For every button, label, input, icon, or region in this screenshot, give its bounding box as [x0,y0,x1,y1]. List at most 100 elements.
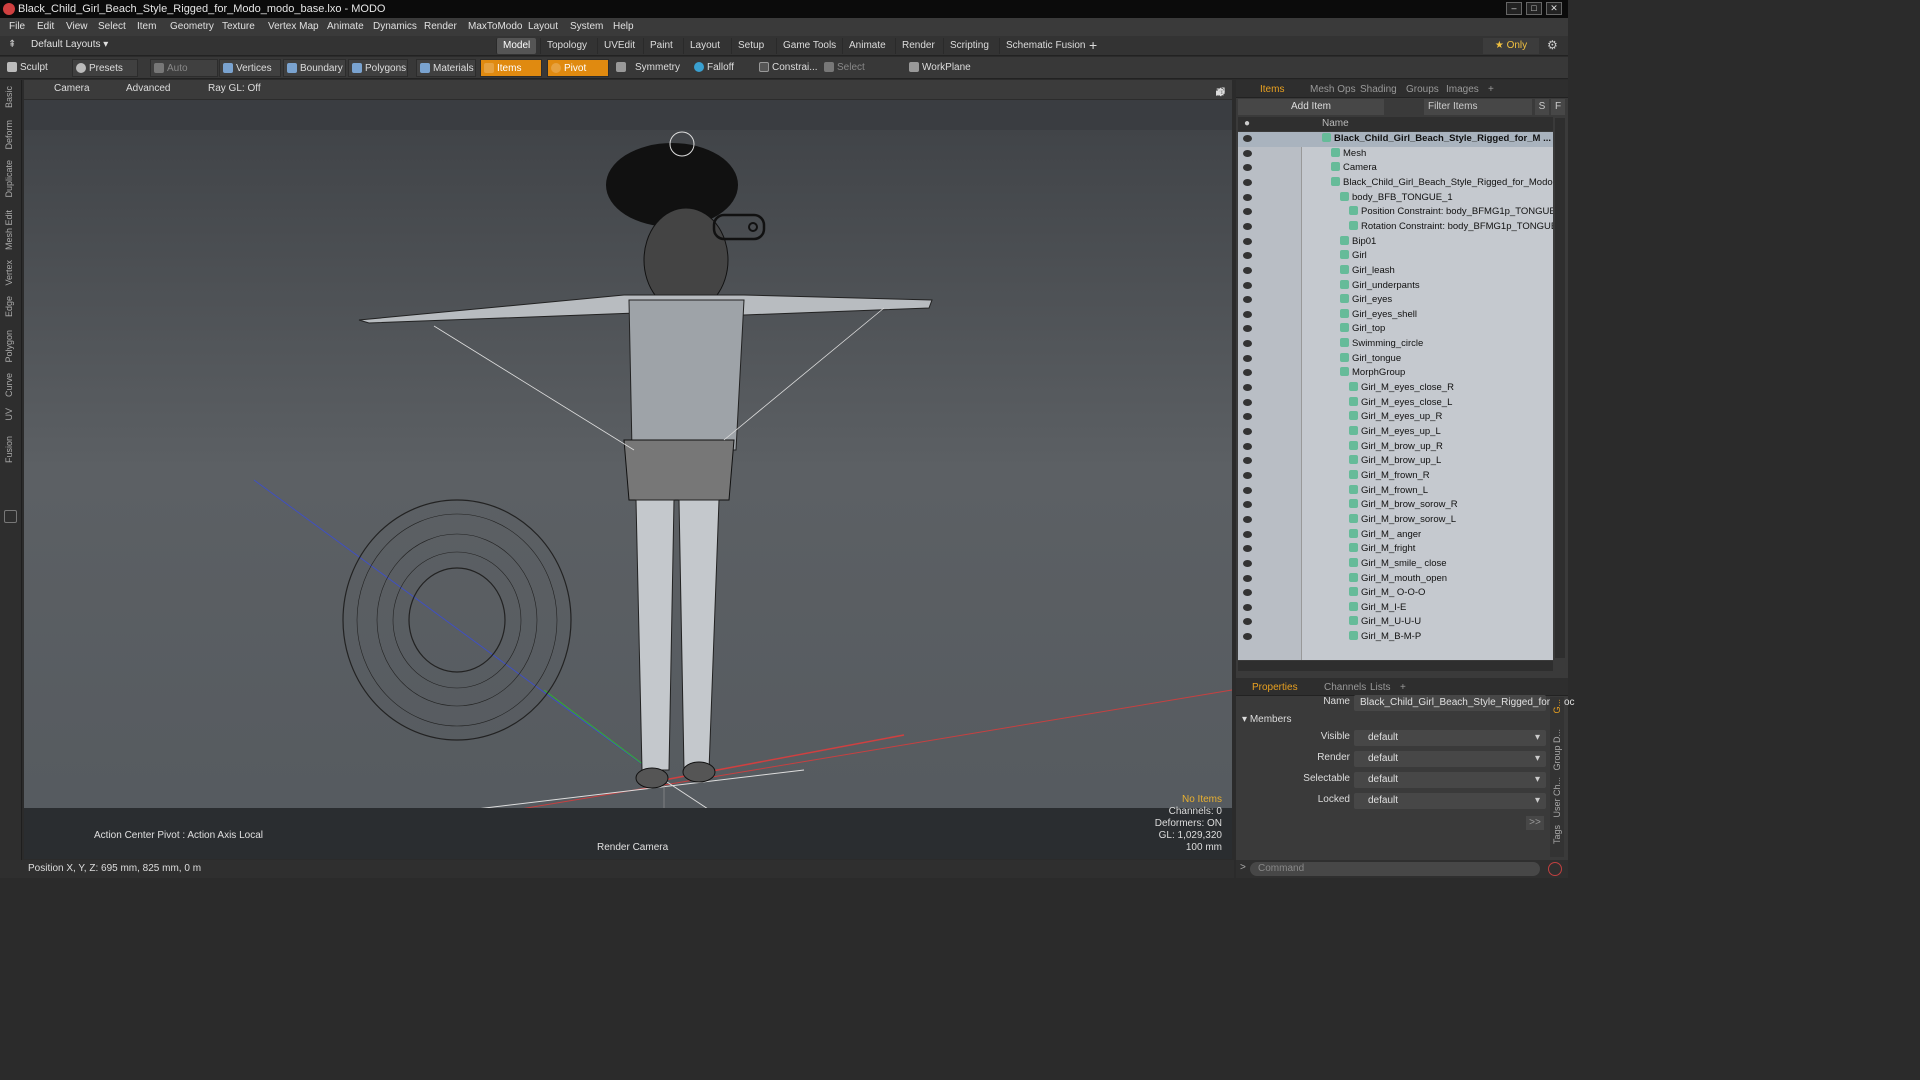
materials-button[interactable]: Materials [416,59,476,77]
eye-icon[interactable] [1243,252,1252,260]
vtab-uv[interactable]: UV [4,408,14,421]
tab-uvedit[interactable]: UVEdit [597,38,641,54]
tree-row[interactable]: Girl_M_ anger [1238,528,1553,543]
name-field[interactable]: Black_Child_Girl_Beach_Style_Rigged_for_… [1354,695,1575,711]
eye-icon[interactable] [1243,442,1252,450]
tab-add-props[interactable]: + [1396,680,1410,696]
tab-images[interactable]: Images [1442,82,1483,98]
gear-icon[interactable]: ⚙ [1547,38,1558,52]
eye-icon[interactable] [1243,340,1252,348]
eye-icon[interactable] [1243,222,1252,230]
eye-icon[interactable] [1243,398,1252,406]
menu-render[interactable]: Render [424,18,457,36]
eye-icon[interactable] [1243,618,1252,626]
tree-row[interactable]: Swimming_circle [1238,337,1553,352]
side-tab-g[interactable]: G... [1552,699,1562,714]
tree-row[interactable]: Rotation Constraint: body_BFMG1p_TONGUE_… [1238,220,1553,235]
record-icon[interactable] [1548,862,1562,876]
tree-row[interactable]: Girl_eyes [1238,293,1553,308]
close-button[interactable]: ✕ [1546,2,1562,15]
eye-icon[interactable] [1243,208,1252,216]
falloff-button[interactable]: Falloff [691,59,749,77]
name-column-header[interactable]: Name [1322,117,1349,131]
visibility-column-icon[interactable]: ● [1244,117,1250,131]
tab-layout[interactable]: Layout [683,38,726,54]
menu-dynamics[interactable]: Dynamics [373,18,417,36]
menu-help[interactable]: Help [613,18,634,36]
vtab-curve[interactable]: Curve [4,373,14,397]
tab-properties[interactable]: Properties [1248,680,1302,696]
vtab-mesh-edit[interactable]: Mesh Edit [4,210,14,250]
symmetry-button[interactable]: Symmetry [613,59,687,77]
tree-row[interactable]: Girl_M_eyes_close_R [1238,381,1553,396]
sculpt-button[interactable]: Sculpt [4,59,68,77]
eye-icon[interactable] [1243,135,1252,142]
side-tab-group-d[interactable]: Group D... [1552,729,1562,771]
eye-icon[interactable] [1243,457,1252,465]
tree-row[interactable]: Black_Child_Girl_Beach_Style_Rigged_for_… [1238,132,1553,147]
eye-icon[interactable] [1243,369,1252,377]
tree-row[interactable]: Black_Child_Girl_Beach_Style_Rigged_for_… [1238,176,1553,191]
menu-vertex-map[interactable]: Vertex Map [268,18,319,36]
tab-game-tools[interactable]: Game Tools [776,38,842,54]
members-section[interactable]: ▾ Members [1242,714,1292,725]
side-tab-user-ch[interactable]: User Ch... [1552,777,1562,818]
eye-icon[interactable] [1243,559,1252,567]
tab-scripting[interactable]: Scripting [943,38,995,54]
vtab-polygon[interactable]: Polygon [4,330,14,363]
eye-icon[interactable] [1243,428,1252,435]
tab-model[interactable]: Model [496,38,537,54]
tree-row[interactable]: Girl_M_eyes_close_L [1238,396,1553,411]
vertices-button[interactable]: Vertices [219,59,281,77]
constraints-button[interactable]: Constrai... [756,59,818,77]
menu-file[interactable]: File [9,18,25,36]
menu-geometry[interactable]: Geometry [170,18,214,36]
eye-icon[interactable] [1243,354,1252,362]
pivot-button[interactable]: Pivot [547,59,609,77]
eye-icon[interactable] [1243,164,1252,172]
filter-items-input[interactable]: Filter Items [1424,99,1532,115]
tree-row[interactable]: Camera [1238,161,1553,176]
select-through-button[interactable]: Select Through [821,59,901,91]
expand-button[interactable]: >> [1526,816,1544,830]
selectable-select[interactable]: default ▾ [1354,772,1546,788]
tree-row[interactable]: Girl_M_eyes_up_R [1238,410,1553,425]
tab-setup[interactable]: Setup [731,38,770,54]
tab-mesh-ops[interactable]: Mesh Ops [1306,82,1360,98]
eye-icon[interactable] [1243,589,1252,597]
tab-paint[interactable]: Paint [643,38,679,54]
tree-row[interactable]: Girl_top [1238,322,1553,337]
tree-row[interactable]: Girl_M_mouth_open [1238,572,1553,587]
eye-icon[interactable] [1243,530,1252,538]
eye-icon[interactable] [1243,296,1252,304]
boundary-button[interactable]: Boundary [283,59,346,77]
eye-icon[interactable] [1243,193,1252,201]
tree-row[interactable]: Mesh [1238,147,1553,162]
filter-f-button[interactable]: F [1551,99,1565,115]
eye-icon[interactable] [1243,281,1252,289]
tab-items[interactable]: Items [1256,82,1288,98]
maximize-button[interactable]: □ [1526,2,1542,15]
tree-row[interactable]: Position Constraint: body_BFMG1p_TONGUE_… [1238,205,1553,220]
eye-icon[interactable] [1243,178,1252,186]
tree-row[interactable]: Girl_M_eyes_up_L [1238,425,1553,440]
eye-icon[interactable] [1243,149,1252,157]
add-tab-icon[interactable]: + [1089,37,1097,53]
tree-row[interactable]: body_BFB_TONGUE_1 [1238,191,1553,206]
locked-select[interactable]: default ▾ [1354,793,1546,809]
tree-row[interactable]: Bip01 [1238,235,1553,250]
tab-shading[interactable]: Shading [1356,82,1401,98]
only-button[interactable]: ★ Only [1483,38,1539,54]
eye-icon[interactable] [1243,384,1252,392]
tab-add[interactable]: + [1484,82,1498,98]
eye-icon[interactable] [1243,310,1252,318]
menu-layout[interactable]: Layout [528,18,558,36]
presets-button[interactable]: Presets [72,59,138,77]
tree-row[interactable]: Girl_M_brow_up_R [1238,440,1553,455]
tab-channels[interactable]: Channels [1320,680,1370,696]
menu-view[interactable]: View [66,18,88,36]
items-vertical-scrollbar[interactable] [1555,118,1565,658]
eye-icon[interactable] [1243,413,1252,421]
auto-select-button[interactable]: Auto Select [150,59,218,92]
tab-topology[interactable]: Topology [540,38,593,54]
